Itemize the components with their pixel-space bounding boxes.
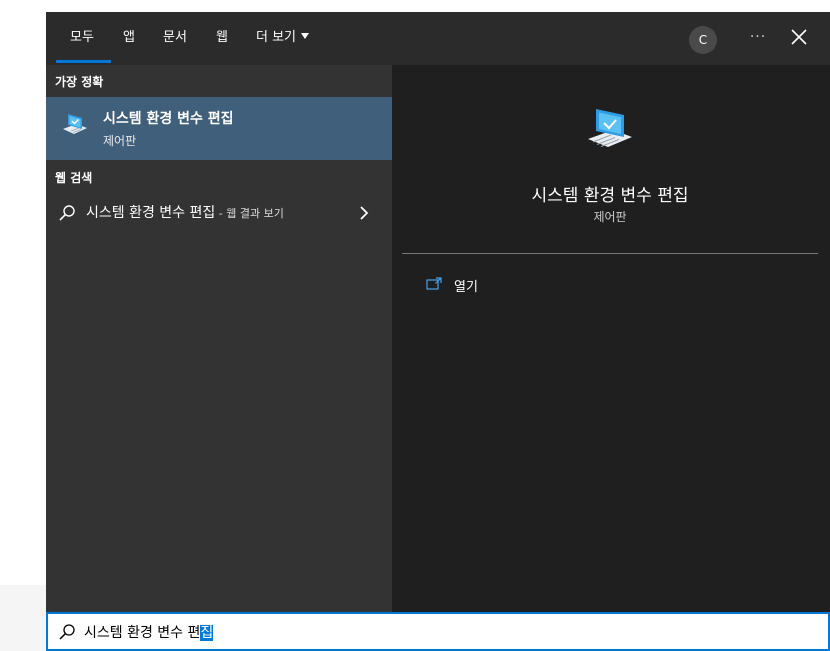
web-search-result[interactable]: 시스템 환경 변수 편집 - 웹 결과 보기	[46, 199, 392, 227]
active-tab-indicator	[56, 60, 111, 63]
tab-documents[interactable]: 문서	[163, 29, 187, 49]
tab-web[interactable]: 웹	[216, 29, 228, 49]
open-label: 열기	[454, 280, 478, 295]
open-button[interactable]: 열기	[426, 277, 506, 297]
close-icon	[791, 29, 807, 45]
search-icon	[59, 624, 75, 640]
best-match-subtitle: 제어판	[103, 134, 137, 148]
monitor-settings-icon	[588, 109, 632, 147]
caret-down-icon	[301, 33, 310, 39]
best-match-heading: 가장 정확	[55, 75, 104, 89]
open-window-icon	[426, 277, 442, 290]
web-result-query: 시스템 환경 변수 편집	[86, 205, 216, 221]
web-search-heading: 웹 검색	[55, 171, 93, 185]
web-result-suffix: - 웹 결과 보기	[215, 207, 284, 220]
result-detail-pane: 시스템 환경 변수 편집 제어판 열기	[402, 77, 818, 612]
search-nav-bar: 모두 앱 문서 웹 더 보기 C ···	[46, 12, 830, 65]
tab-all[interactable]: 모두	[70, 29, 94, 49]
tab-more[interactable]: 더 보기	[256, 29, 310, 49]
best-match-result[interactable]: 시스템 환경 변수 편집 제어판	[46, 97, 392, 160]
search-selected-text: 집	[200, 625, 214, 641]
chevron-right-icon	[360, 206, 369, 220]
tab-apps[interactable]: 앱	[123, 29, 135, 49]
detail-title: 시스템 환경 변수 편집	[531, 186, 689, 206]
start-search-panel: 모두 앱 문서 웹 더 보기 C ··· 가장 정확 시스템 환경 변수 편집	[46, 12, 830, 612]
detail-subtitle: 제어판	[593, 210, 627, 224]
results-list: 가장 정확 시스템 환경 변수 편집 제어판 웹 검색 시스템 환경 변수 편집…	[46, 65, 392, 612]
search-icon	[59, 205, 75, 221]
search-typed-text: 시스템 환경 변수 편	[84, 625, 201, 641]
search-input[interactable]: 시스템 환경 변수 편집	[84, 622, 214, 642]
search-box[interactable]: 시스템 환경 변수 편집	[46, 612, 830, 651]
web-result-text: 시스템 환경 변수 편집 - 웹 결과 보기	[86, 202, 284, 222]
close-button[interactable]	[788, 26, 810, 48]
tab-more-label: 더 보기	[256, 30, 297, 45]
account-avatar[interactable]: C	[689, 26, 717, 54]
best-match-title: 시스템 환경 변수 편집	[103, 111, 234, 127]
detail-divider	[402, 253, 818, 254]
monitor-settings-icon	[63, 114, 87, 134]
more-options-button[interactable]: ···	[746, 26, 770, 50]
